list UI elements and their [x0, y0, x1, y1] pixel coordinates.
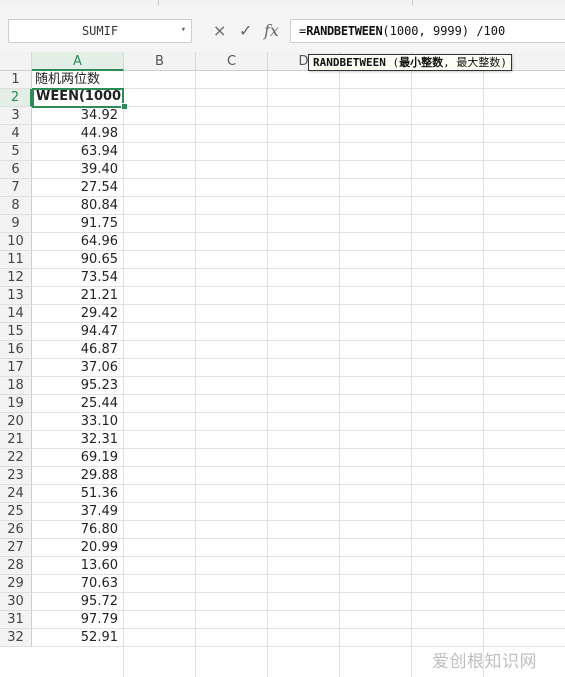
row-header-18[interactable]: 18: [0, 377, 32, 395]
chevron-down-icon[interactable]: ▾: [181, 25, 186, 35]
cell-a13[interactable]: 21.21: [32, 287, 124, 305]
cell-a30[interactable]: 95.72: [32, 593, 124, 611]
cell-a15[interactable]: 94.47: [32, 323, 124, 341]
cell-a32[interactable]: 52.91: [32, 629, 124, 647]
name-box-value: SUMIF: [81, 24, 119, 38]
row-header-9[interactable]: 9: [0, 215, 32, 233]
row-header-17[interactable]: 17: [0, 359, 32, 377]
row-header-7[interactable]: 7: [0, 179, 32, 197]
row-header-14[interactable]: 14: [0, 305, 32, 323]
cell-a17[interactable]: 37.06: [32, 359, 124, 377]
strip-divider: [158, 0, 159, 5]
cell-a26[interactable]: 76.80: [32, 521, 124, 539]
column-gridline: [411, 71, 412, 677]
column-gridline: [267, 71, 268, 677]
cell-a19[interactable]: 25.44: [32, 395, 124, 413]
row-header-13[interactable]: 13: [0, 287, 32, 305]
row-header-5[interactable]: 5: [0, 143, 32, 161]
cell-a14[interactable]: 29.42: [32, 305, 124, 323]
column-gridline: [339, 71, 340, 677]
row-header-30[interactable]: 30: [0, 593, 32, 611]
cancel-icon[interactable]: ×: [213, 22, 226, 40]
cell-a9[interactable]: 91.75: [32, 215, 124, 233]
cell-a25[interactable]: 37.49: [32, 503, 124, 521]
row-header-29[interactable]: 29: [0, 575, 32, 593]
tooltip-separator: ,: [443, 56, 457, 69]
formula-prefix: =: [299, 24, 307, 38]
cell-a27[interactable]: 20.99: [32, 539, 124, 557]
row-header-16[interactable]: 16: [0, 341, 32, 359]
cell-a1[interactable]: 随机两位数: [32, 71, 124, 89]
cell-a23[interactable]: 29.88: [32, 467, 124, 485]
row-header-2[interactable]: 2: [0, 89, 32, 107]
row-header-11[interactable]: 11: [0, 251, 32, 269]
select-all-corner[interactable]: [0, 52, 32, 71]
row-header-20[interactable]: 20: [0, 413, 32, 431]
column-gridline: [483, 71, 484, 677]
formula-args: (1000, 9999) /100: [382, 24, 506, 38]
cell-a11[interactable]: 90.65: [32, 251, 124, 269]
row-header-15[interactable]: 15: [0, 323, 32, 341]
formula-function: RANDBETWEEN: [306, 24, 383, 38]
cell-a20[interactable]: 33.10: [32, 413, 124, 431]
row-header-22[interactable]: 22: [0, 449, 32, 467]
row-header-31[interactable]: 31: [0, 611, 32, 629]
row-header-8[interactable]: 8: [0, 197, 32, 215]
cell-a3[interactable]: 34.92: [32, 107, 124, 125]
column-header-c[interactable]: C: [196, 52, 268, 71]
cell-a31[interactable]: 97.79: [32, 611, 124, 629]
cell-a29[interactable]: 70.63: [32, 575, 124, 593]
formula-input[interactable]: = RANDBETWEEN (1000, 9999) /100: [290, 19, 565, 43]
cell-a5[interactable]: 63.94: [32, 143, 124, 161]
name-box[interactable]: SUMIF ▾: [8, 19, 192, 43]
row-header-23[interactable]: 23: [0, 467, 32, 485]
cell-a2-editing[interactable]: WEEN(1000,: [32, 88, 124, 108]
tooltip-function: RANDBETWEEN: [313, 56, 386, 69]
tooltip-close: ): [500, 56, 507, 69]
row-header-12[interactable]: 12: [0, 269, 32, 287]
cell-a18[interactable]: 95.23: [32, 377, 124, 395]
tooltip-arg-max: 最大整数: [456, 56, 501, 69]
row-header-6[interactable]: 6: [0, 161, 32, 179]
watermark: 爱创根知识网: [432, 652, 537, 672]
row-header-24[interactable]: 24: [0, 485, 32, 503]
column-header-b[interactable]: B: [124, 52, 196, 71]
strip-divider: [412, 0, 413, 5]
cell-a21[interactable]: 32.31: [32, 431, 124, 449]
column-header-a[interactable]: A: [32, 52, 124, 71]
cell-a24[interactable]: 51.36: [32, 485, 124, 503]
row-header-19[interactable]: 19: [0, 395, 32, 413]
cell-a4[interactable]: 44.98: [32, 125, 124, 143]
function-tooltip: RANDBETWEEN (最小整数, 最大整数): [308, 54, 512, 71]
spreadsheet-grid: A B C D 1 2 3 4 5 6 7 8 9 10 11 12 13 14 15 16 17 18 19 20 2…: [0, 52, 565, 677]
column-gridline: [195, 71, 196, 677]
row-header-10[interactable]: 10: [0, 233, 32, 251]
row-header-3[interactable]: 3: [0, 107, 32, 125]
cell-a10[interactable]: 64.96: [32, 233, 124, 251]
insert-function-icon[interactable]: fx: [264, 22, 279, 40]
cell-a28[interactable]: 13.60: [32, 557, 124, 575]
row-header-21[interactable]: 21: [0, 431, 32, 449]
confirm-icon[interactable]: ✓: [239, 22, 252, 40]
cell-a12[interactable]: 73.54: [32, 269, 124, 287]
tooltip-open: (: [385, 56, 400, 69]
cell-a8[interactable]: 80.84: [32, 197, 124, 215]
row-header-4[interactable]: 4: [0, 125, 32, 143]
cell-a7[interactable]: 27.54: [32, 179, 124, 197]
cell-a22[interactable]: 69.19: [32, 449, 124, 467]
row-header-27[interactable]: 27: [0, 539, 32, 557]
row-header-32[interactable]: 32: [0, 629, 32, 647]
tooltip-arg-min: 最小整数: [399, 56, 444, 69]
cell-a6[interactable]: 39.40: [32, 161, 124, 179]
row-header-28[interactable]: 28: [0, 557, 32, 575]
row-header-26[interactable]: 26: [0, 521, 32, 539]
row-header-1[interactable]: 1: [0, 71, 32, 89]
cell-a16[interactable]: 46.87: [32, 341, 124, 359]
formula-bar: SUMIF ▾ × ✓ fx = RANDBETWEEN (1000, 9999) …: [0, 6, 565, 52]
row-header-25[interactable]: 25: [0, 503, 32, 521]
